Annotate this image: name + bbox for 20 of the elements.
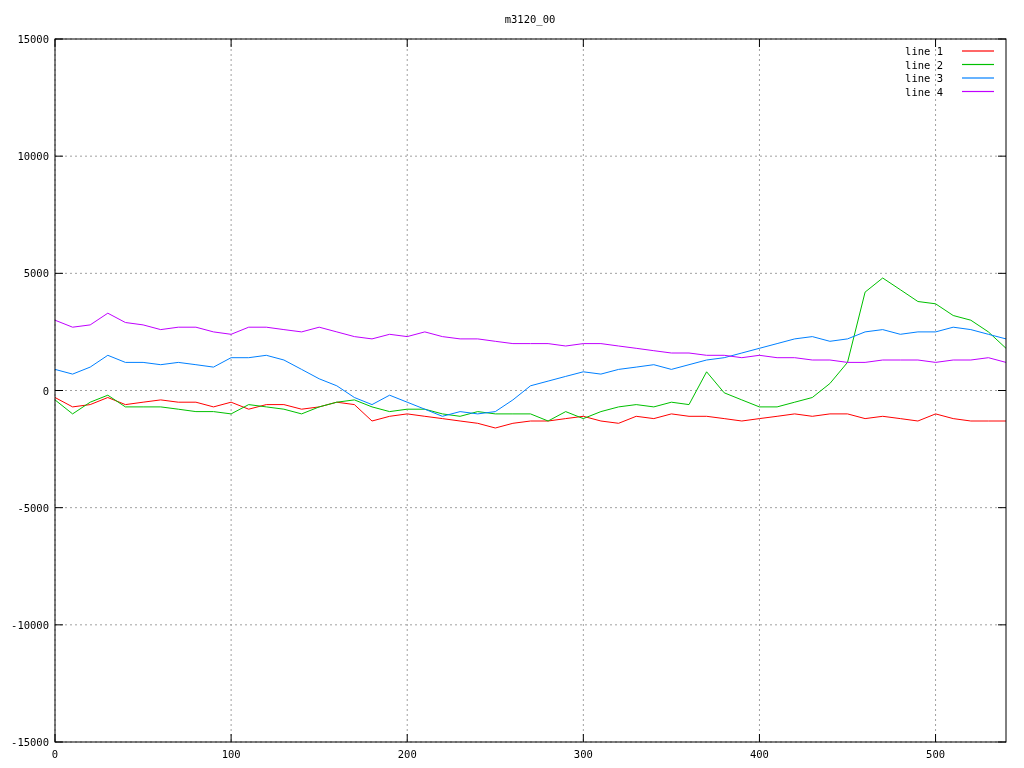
y-tick-label: 15000 xyxy=(17,33,49,45)
y-tick-label: 10000 xyxy=(17,150,49,163)
legend-label: line 2 xyxy=(905,58,943,71)
legend-swatch xyxy=(961,63,995,66)
chart-title: m3120_00 xyxy=(504,13,556,25)
y-tick-label: -10000 xyxy=(11,618,49,631)
legend-label: line 3 xyxy=(905,72,943,84)
x-tick-label: 300 xyxy=(573,748,593,760)
x-tick-label: 400 xyxy=(749,748,769,760)
y-tick-label: -15000 xyxy=(11,736,49,748)
legend-swatch xyxy=(961,90,995,93)
legend-label: line 1 xyxy=(905,45,943,57)
y-tick-label: 5000 xyxy=(23,267,49,280)
x-tick-label: 500 xyxy=(926,748,946,760)
y-tick-label: 0 xyxy=(42,384,49,397)
x-tick-label: 100 xyxy=(221,748,241,760)
x-tick-label: 0 xyxy=(51,748,59,760)
x-tick-label: 200 xyxy=(397,748,417,760)
y-tick-label: -5000 xyxy=(17,501,49,514)
legend-label: line 4 xyxy=(905,85,943,98)
